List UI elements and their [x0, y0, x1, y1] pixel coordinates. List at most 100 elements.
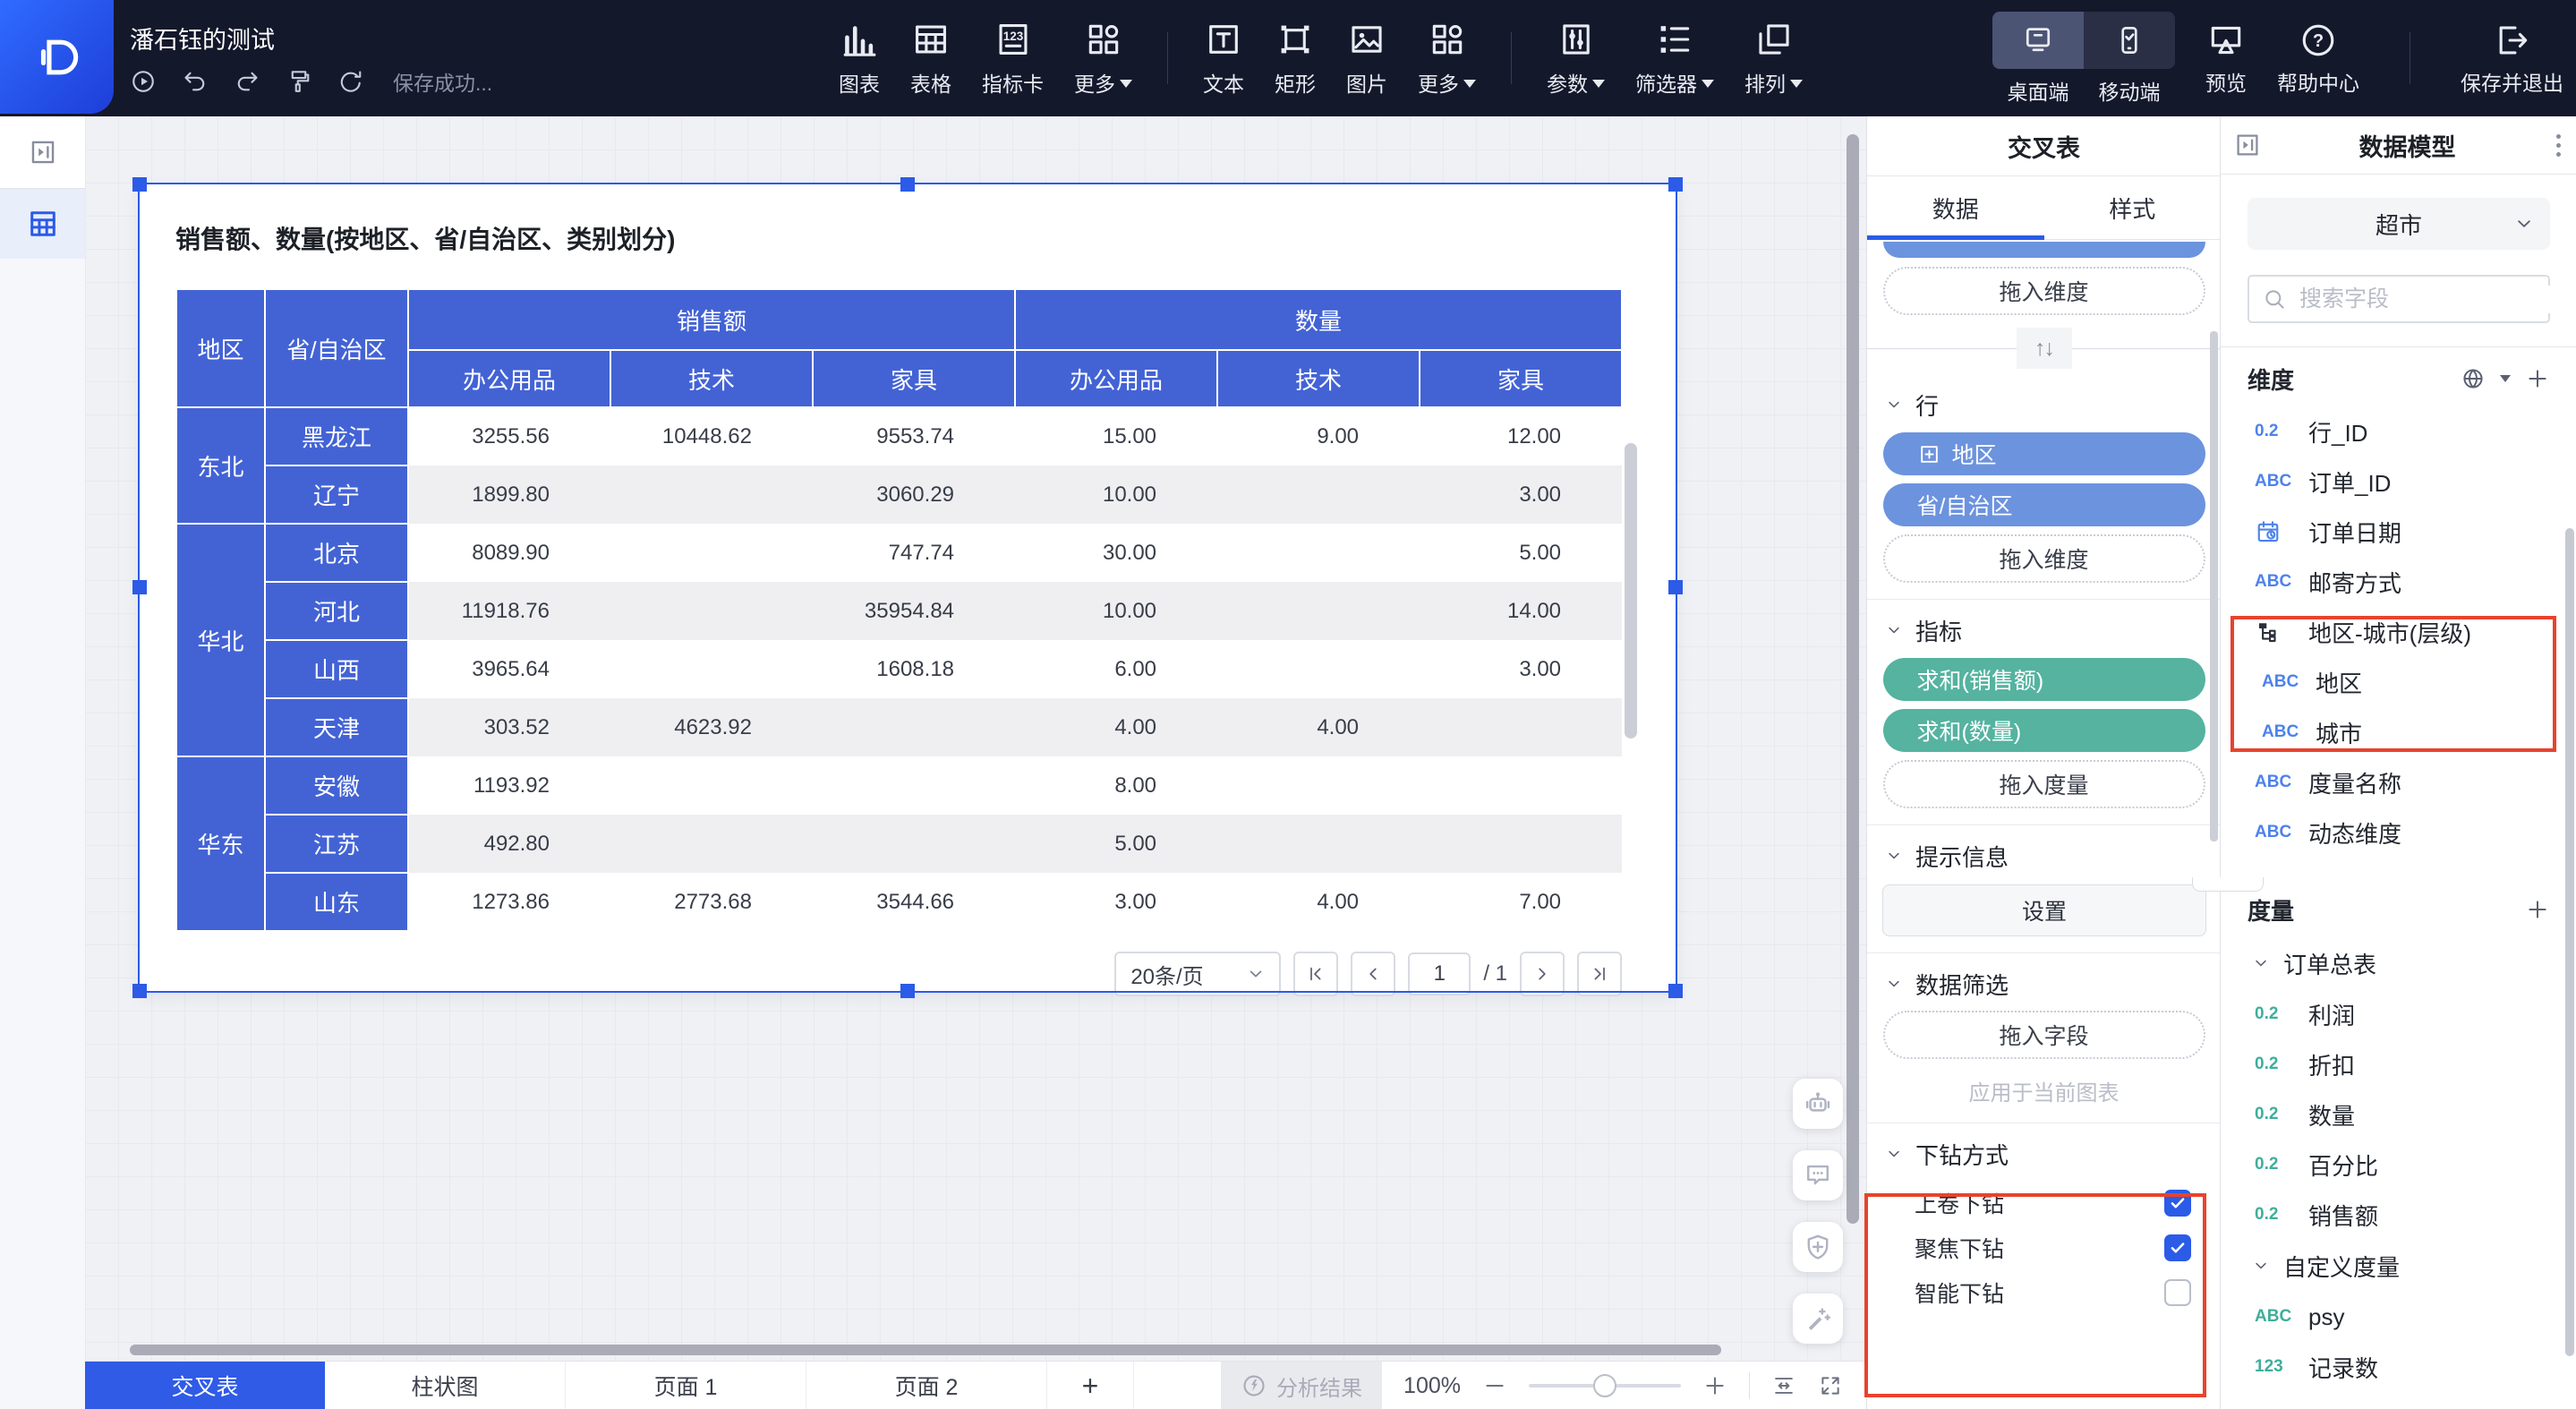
drop-dimension-zone[interactable]: 拖入维度 — [1883, 267, 2205, 315]
analysis-result-button[interactable]: 分析结果 — [1221, 1362, 1382, 1409]
crosstab-widget[interactable]: 销售额、数量(按地区、省/自治区、类别划分) 地区省/自治区销售额数量办公用品技… — [140, 184, 1676, 991]
fit-width-button[interactable] — [1771, 1373, 1796, 1398]
expand-panel-button[interactable] — [0, 116, 85, 189]
caret-down-icon[interactable] — [2500, 375, 2511, 382]
field-行_ID[interactable]: 0.2行_ID — [2248, 406, 2550, 457]
toolbar-item-图表[interactable]: 图表 — [823, 20, 895, 98]
field-地区[interactable]: ABC地区 — [2248, 657, 2550, 707]
selection-handle-nw[interactable] — [132, 177, 147, 192]
undo-icon[interactable] — [182, 68, 209, 95]
globe-icon[interactable] — [2461, 366, 2486, 391]
selection-handle-w[interactable] — [132, 580, 147, 594]
prev-page-button[interactable] — [1351, 952, 1395, 996]
drop-dimension-zone[interactable]: 拖入维度 — [1883, 534, 2205, 583]
canvas[interactable]: 销售额、数量(按地区、省/自治区、类别划分) 地区省/自治区销售额数量办公用品技… — [85, 116, 1866, 1361]
save-and-exit-button[interactable]: 保存并退出 — [2461, 21, 2563, 97]
dataset-select[interactable]: 超市 — [2248, 198, 2550, 250]
table-scrollbar[interactable] — [1625, 443, 1637, 739]
drop-measure-zone[interactable]: 拖入度量 — [1883, 760, 2205, 808]
page-tab-交叉表[interactable]: 交叉表 — [85, 1362, 325, 1409]
page-tab-页面 1[interactable]: 页面 1 — [566, 1362, 806, 1409]
field-数量[interactable]: 0.2数量 — [2248, 1089, 2550, 1140]
selection-handle-n[interactable] — [900, 177, 915, 192]
field-psy[interactable]: ABCpsy — [2248, 1292, 2550, 1342]
measure-group-自定义度量[interactable]: 自定义度量 — [2248, 1240, 2550, 1292]
zoom-slider-knob[interactable] — [1593, 1374, 1616, 1397]
collapse-panel-button[interactable] — [2233, 131, 2262, 159]
canvas-vertical-scrollbar[interactable] — [1847, 134, 1859, 1224]
field-记录数[interactable]: 123记录数 — [2248, 1342, 2550, 1392]
metric-field-pill[interactable]: 求和(销售额) — [1883, 658, 2205, 701]
first-page-button[interactable] — [1293, 952, 1338, 996]
metric-field-pill[interactable]: 求和(数量) — [1883, 709, 2205, 752]
panel-scrollbar[interactable] — [2565, 528, 2574, 1356]
measure-group-订单总表[interactable]: 订单总表 — [2248, 937, 2550, 989]
checkbox-聚焦下钻[interactable] — [2164, 1234, 2191, 1261]
selection-handle-e[interactable] — [1668, 580, 1683, 594]
preview-button[interactable]: 预览 — [2205, 21, 2247, 97]
selection-handle-se[interactable] — [1668, 984, 1683, 998]
selection-handle-sw[interactable] — [132, 984, 147, 998]
checkbox-上卷下钻[interactable] — [2164, 1190, 2191, 1217]
page-tab-页面 2[interactable]: 页面 2 — [806, 1362, 1047, 1409]
beautify-button[interactable] — [1793, 1294, 1843, 1344]
tooltip-section-header[interactable]: 提示信息 — [1884, 836, 2205, 875]
field-动态维度[interactable]: ABC动态维度 — [2248, 807, 2550, 858]
toolbar-item-矩形[interactable]: 矩形 — [1259, 20, 1331, 98]
field-折扣[interactable]: 0.2折扣 — [2248, 1039, 2550, 1089]
mobile-toggle[interactable]: 移动端 — [2084, 12, 2175, 106]
tab-data[interactable]: 数据 — [1867, 176, 2044, 239]
add-page-button[interactable]: + — [1047, 1362, 1134, 1409]
ai-assistant-button[interactable] — [1793, 1079, 1843, 1129]
toolbar-item-排列[interactable]: 排列 — [1729, 20, 1818, 98]
toolbar-item-图片[interactable]: 图片 — [1331, 20, 1403, 98]
toolbar-item-更多[interactable]: 更多 — [1059, 20, 1147, 98]
filter-section-header[interactable]: 数据筛选 — [1884, 964, 2205, 1003]
page-size-select[interactable]: 20条/页 — [1114, 952, 1281, 996]
selection-handle-s[interactable] — [900, 984, 915, 998]
swap-axes-icon[interactable]: ↑↓ — [2017, 328, 2072, 369]
tooltip-settings-button[interactable]: 设置 — [1882, 884, 2206, 936]
more-menu-icon[interactable] — [2553, 131, 2564, 160]
zoom-slider[interactable] — [1529, 1384, 1681, 1388]
field-邮寄方式[interactable]: ABC邮寄方式 — [2248, 557, 2550, 607]
page-tab-柱状图[interactable]: 柱状图 — [325, 1362, 566, 1409]
field-search[interactable] — [2248, 275, 2550, 323]
checkbox-智能下钻[interactable] — [2164, 1279, 2191, 1306]
comments-button[interactable] — [1793, 1150, 1843, 1200]
collapse-handle[interactable] — [2192, 877, 2264, 892]
sidebar-item-crosstab[interactable] — [0, 189, 85, 259]
zoom-out-button[interactable] — [1482, 1373, 1507, 1398]
format-paint-icon[interactable] — [286, 68, 312, 95]
column-pill-clipped[interactable] — [1883, 242, 2205, 258]
add-dimension-icon[interactable] — [2525, 366, 2550, 391]
field-地区-城市(层级)[interactable]: 地区-城市(层级) — [2248, 607, 2550, 657]
desktop-toggle[interactable]: 桌面端 — [1992, 12, 2084, 106]
drop-field-zone[interactable]: 拖入字段 — [1883, 1011, 2205, 1059]
toolbar-item-表格[interactable]: 表格 — [895, 20, 967, 98]
next-page-button[interactable] — [1520, 952, 1565, 996]
panel-scrollbar[interactable] — [2210, 331, 2218, 841]
app-logo[interactable] — [0, 0, 114, 114]
field-订单日期[interactable]: 订单日期 — [2248, 507, 2550, 557]
last-page-button[interactable] — [1577, 952, 1622, 996]
field-订单_ID[interactable]: ABC订单_ID — [2248, 457, 2550, 507]
metrics-section-header[interactable]: 指标 — [1884, 611, 2205, 650]
selection-handle-ne[interactable] — [1668, 177, 1683, 192]
row-field-pill[interactable]: 地区 — [1883, 432, 2205, 475]
field-利润[interactable]: 0.2利润 — [2248, 989, 2550, 1039]
page-number-input[interactable] — [1408, 952, 1471, 995]
add-measure-icon[interactable] — [2525, 897, 2550, 922]
canvas-horizontal-scrollbar[interactable] — [130, 1345, 1721, 1355]
add-protect-button[interactable] — [1793, 1222, 1843, 1272]
toolbar-item-筛选器[interactable]: 筛选器 — [1620, 20, 1729, 98]
tab-style[interactable]: 样式 — [2044, 176, 2222, 239]
history-icon[interactable] — [130, 68, 157, 95]
rows-section-header[interactable]: 行 — [1884, 385, 2205, 424]
refresh-icon[interactable] — [337, 68, 364, 95]
search-input[interactable] — [2298, 286, 2576, 313]
toolbar-item-文本[interactable]: 文本 — [1188, 20, 1259, 98]
toolbar-item-指标卡[interactable]: 123指标卡 — [967, 20, 1059, 98]
toolbar-item-参数[interactable]: 参数 — [1531, 20, 1620, 98]
drill-section-header[interactable]: 下钻方式 — [1884, 1134, 2205, 1174]
